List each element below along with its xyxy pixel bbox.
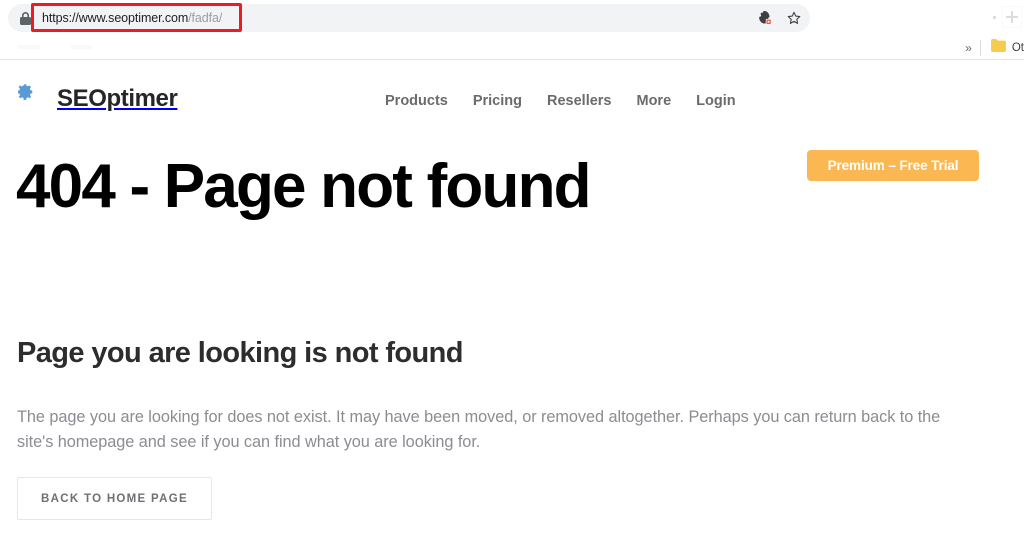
address-bar[interactable]: https://www.seoptimer.com/fadfa/ <box>8 4 810 32</box>
site-logo-link[interactable]: SEOptimer <box>18 83 177 115</box>
lock-icon[interactable] <box>14 7 36 29</box>
bookmarks-bar: » Ot <box>0 36 1024 60</box>
nav-item-pricing[interactable]: Pricing <box>473 93 547 109</box>
url-domain: https://www.seoptimer.com <box>42 11 188 25</box>
cookie-blocked-icon[interactable] <box>752 6 776 30</box>
nav-item-products[interactable]: Products <box>385 93 473 109</box>
url-text[interactable]: https://www.seoptimer.com/fadfa/ <box>42 11 222 25</box>
browser-toolbar: https://www.seoptimer.com/fadfa/ <box>0 0 1024 36</box>
page-title: 404 - Page not found <box>16 154 590 219</box>
nav-item-login[interactable]: Login <box>696 93 760 109</box>
browser-chrome: https://www.seoptimer.com/fadfa/ <box>0 0 1024 60</box>
nav-item-resellers[interactable]: Resellers <box>547 93 637 109</box>
bookmarks-overflow-chevron-icon[interactable]: » <box>965 42 972 54</box>
bookmark-items-faded <box>18 45 92 49</box>
bookmarks-divider <box>980 40 981 56</box>
omnibox-actions <box>752 6 806 30</box>
main-navigation: Products Pricing Resellers More Login <box>385 93 761 109</box>
section-heading: Page you are looking is not found <box>17 337 463 370</box>
bookmark-item[interactable] <box>18 45 40 49</box>
seoptimer-gears-logo-icon <box>18 83 48 115</box>
nav-item-more[interactable]: More <box>637 93 697 109</box>
site-header: SEOptimer Products Pricing Resellers Mor… <box>0 61 1024 144</box>
page-viewport: SEOptimer Products Pricing Resellers Mor… <box>0 61 1024 536</box>
other-bookmarks-folder[interactable]: Ot <box>991 39 1024 57</box>
premium-free-trial-button[interactable]: Premium – Free Trial <box>807 150 979 181</box>
add-tab-icon[interactable] <box>1002 6 1022 28</box>
body-paragraph: The page you are looking for does not ex… <box>17 405 972 456</box>
folder-icon <box>991 39 1006 57</box>
url-path: /fadfa/ <box>188 11 222 25</box>
other-bookmarks-label: Ot <box>1012 42 1024 54</box>
bookmark-item[interactable] <box>70 45 92 49</box>
back-to-home-page-button[interactable]: BACK TO HOME PAGE <box>17 477 212 520</box>
star-outline-icon[interactable] <box>782 6 806 30</box>
brand-name: SEOptimer <box>57 85 177 113</box>
toolbar-faint-dot <box>993 16 996 19</box>
